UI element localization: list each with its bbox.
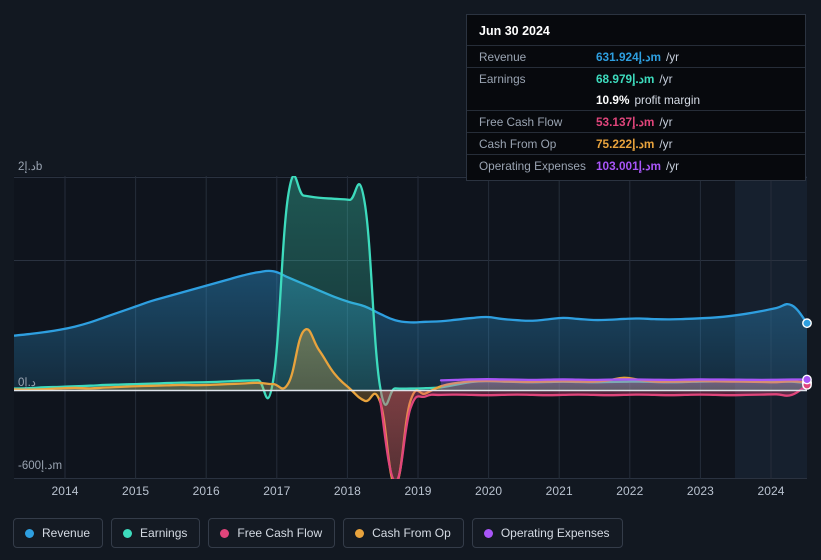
tooltip-row-value: 10.9% — [596, 92, 630, 107]
tooltip-date: Jun 30 2024 — [479, 24, 550, 38]
tooltip-row-label: Cash From Op — [479, 136, 557, 151]
tooltip-row-value-wrap: 75.222د.إm/yr — [596, 137, 673, 151]
tooltip-row-value: 68.979د.إm — [596, 71, 655, 86]
legend-color-dot — [123, 528, 133, 538]
tooltip-row-value: 103.001د.إm — [596, 158, 661, 173]
tooltip-row-unit: /yr — [659, 114, 673, 129]
tooltip-row-value-wrap: 103.001د.إm/yr — [596, 159, 679, 173]
chart-legend[interactable]: Revenue Earnings Free Cash Flow Cash From O… — [13, 518, 623, 548]
endpoint-marker-operating-expenses — [802, 374, 812, 385]
legend-label: Operating Expenses — [500, 526, 610, 540]
legend-label: Earnings — [140, 526, 188, 540]
tooltip-row: Revenue 631.924د.إm/yr — [467, 45, 805, 67]
legend-item-earnings[interactable]: Earnings — [111, 518, 201, 548]
tooltip-row-value-wrap: 68.979د.إm/yr — [596, 72, 673, 86]
x-axis-label-2023: 2023 — [686, 484, 714, 498]
tooltip-row-value-wrap: 631.924د.إm/yr — [596, 50, 679, 64]
tooltip-row-label: Operating Expenses — [479, 158, 586, 173]
tooltip-row-value: 53.137د.إm — [596, 114, 655, 129]
y-axis-label-zero: 0د.إ — [18, 377, 36, 389]
tooltip-row: Earnings 68.979د.إm/yr — [467, 67, 805, 89]
tooltip-rows: Revenue 631.924د.إm/yr Earnings 68.979د.إm /… — [467, 45, 805, 176]
tooltip-row: 10.9% profit margin — [467, 89, 805, 110]
y-axis-label-bottom: -600د.إm — [18, 460, 63, 472]
financial-history-chart: 2د.إb 0د.إ -600د.إm 2014 2015 2016 2017 2018… — [0, 0, 821, 560]
legend-item-cash-from-op[interactable]: Cash From Op — [343, 518, 464, 548]
tooltip-row-value: 75.222د.إm — [596, 136, 655, 151]
y-axis-label-top: 2د.إb — [18, 161, 43, 173]
x-axis-label-2022: 2022 — [616, 484, 644, 498]
x-axis-label-2015: 2015 — [122, 484, 150, 498]
legend-color-dot — [483, 528, 493, 538]
tooltip-row-unit: /yr — [665, 49, 680, 64]
legend-item-operating-expenses[interactable]: Operating Expenses — [471, 518, 623, 548]
tooltip-row-value-wrap: 53.137د.إm/yr — [596, 115, 673, 129]
endpoint-marker-revenue — [802, 318, 812, 329]
tooltip-row: Cash From Op 75.222د.إm/yr — [467, 132, 805, 154]
x-axis-label-2019: 2019 — [404, 484, 432, 498]
x-axis-label-2020: 2020 — [475, 484, 503, 498]
tooltip-row-unit: /yr — [659, 71, 673, 86]
x-axis-label-2021: 2021 — [545, 484, 573, 498]
tooltip-row: Free Cash Flow 53.137د.إm/yr — [467, 110, 805, 132]
legend-label: Cash From Op — [372, 526, 451, 540]
x-axis-label-2016: 2016 — [192, 484, 220, 498]
tooltip-row-unit: /yr — [659, 136, 673, 151]
legend-color-dot — [220, 528, 230, 538]
tooltip-row: Operating Expenses 103.001د.إm/yr — [467, 154, 805, 176]
legend-label: Free Cash Flow — [237, 526, 323, 540]
x-axis-label-2017: 2017 — [263, 484, 291, 498]
tooltip-row-label: Free Cash Flow — [479, 114, 563, 129]
legend-color-dot — [355, 528, 365, 538]
legend-item-revenue[interactable]: Revenue — [13, 518, 104, 548]
chart-tooltip: Jun 30 2024 Revenue 631.924د.إm/yr Earning… — [466, 14, 806, 181]
tooltip-row-unit: /yr — [665, 158, 680, 173]
legend-item-free-cash-flow[interactable]: Free Cash Flow — [208, 518, 336, 548]
tooltip-row-unit: profit margin — [634, 92, 701, 107]
tooltip-row-value-wrap: 10.9% profit margin — [596, 93, 700, 107]
tooltip-row-value: 631.924د.إm — [596, 49, 661, 64]
x-axis-label-2018: 2018 — [333, 484, 361, 498]
legend-label: Revenue — [42, 526, 91, 540]
tooltip-row-label: Earnings — [479, 71, 526, 86]
tooltip-row-label: Revenue — [479, 49, 527, 64]
x-axis-label-2024: 2024 — [757, 484, 785, 498]
series-line-operating-expenses — [439, 378, 807, 382]
x-axis-label-2014: 2014 — [51, 484, 79, 498]
legend-color-dot — [25, 528, 34, 538]
